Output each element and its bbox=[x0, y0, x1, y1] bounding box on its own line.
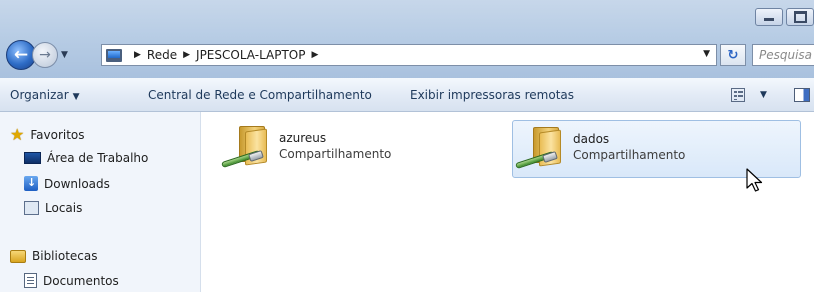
share-name: azureus bbox=[279, 131, 327, 145]
file-list: azureus Compartilhamento dados Compartil… bbox=[201, 112, 814, 292]
sidebar-item-label: Área de Trabalho bbox=[47, 151, 149, 165]
chevron-right-icon[interactable]: ▶ bbox=[134, 50, 141, 60]
command-bar: Organizar ▼ Central de Rede e Compartilha… bbox=[0, 78, 814, 112]
organize-label: Organizar bbox=[10, 88, 69, 102]
chevron-down-icon[interactable]: ▼ bbox=[760, 90, 767, 100]
recent-pages-dropdown-icon[interactable]: ▼ bbox=[61, 50, 68, 60]
sidebar-item-downloads[interactable]: Downloads bbox=[24, 176, 110, 191]
sidebar-item-recent-places[interactable]: Locais bbox=[24, 201, 82, 215]
forward-arrow-icon[interactable]: → bbox=[32, 42, 58, 68]
chevron-right-icon[interactable]: ▶ bbox=[311, 50, 318, 60]
downloads-icon bbox=[24, 176, 38, 191]
sidebar-item-documents[interactable]: Documentos bbox=[24, 273, 119, 288]
desktop-icon bbox=[24, 152, 41, 164]
address-bar[interactable]: ▶ Rede ▶ JPESCOLA-LAPTOP ▶ ▼ bbox=[101, 44, 717, 66]
breadcrumb-computer[interactable]: JPESCOLA-LAPTOP bbox=[196, 48, 305, 62]
refresh-icon[interactable]: ↻ bbox=[720, 44, 746, 66]
shared-folder-icon bbox=[219, 120, 275, 176]
share-item-azureus[interactable]: azureus Compartilhamento bbox=[219, 120, 479, 178]
navigation-buttons: ← → ▼ bbox=[6, 40, 68, 70]
search-input[interactable]: Pesquisa bbox=[752, 44, 814, 66]
star-icon: ★ bbox=[10, 125, 25, 144]
sidebar-item-libraries[interactable]: Bibliotecas bbox=[10, 249, 97, 263]
network-center-button[interactable]: Central de Rede e Compartilhamento bbox=[148, 88, 372, 102]
computer-icon bbox=[106, 48, 122, 62]
window-controls bbox=[755, 8, 814, 26]
address-dropdown-icon[interactable]: ▼ bbox=[703, 49, 710, 59]
maximize-button[interactable] bbox=[786, 8, 814, 26]
minimize-button[interactable] bbox=[755, 8, 783, 26]
chevron-right-icon[interactable]: ▶ bbox=[183, 50, 190, 60]
sidebar-item-desktop[interactable]: Área de Trabalho bbox=[24, 151, 148, 165]
sidebar-item-label: Favoritos bbox=[30, 128, 85, 142]
mouse-cursor-icon bbox=[746, 168, 763, 192]
views-icon[interactable] bbox=[731, 88, 745, 102]
breadcrumb-rede[interactable]: Rede bbox=[147, 48, 177, 62]
window-chrome: ← → ▼ ▶ Rede ▶ JPESCOLA-LAPTOP ▶ ▼ ↻ Pes… bbox=[0, 0, 814, 78]
share-type: Compartilhamento bbox=[279, 147, 392, 161]
navigation-pane: ★ Favoritos Área de Trabalho Downloads L… bbox=[0, 112, 201, 292]
sidebar-item-label: Downloads bbox=[44, 176, 110, 191]
libraries-icon bbox=[10, 249, 26, 263]
recent-places-icon bbox=[24, 201, 39, 215]
preview-pane-icon[interactable] bbox=[794, 88, 810, 102]
organize-menu[interactable]: Organizar ▼ bbox=[10, 88, 80, 102]
sidebar-item-favorites[interactable]: ★ Favoritos bbox=[10, 127, 85, 143]
sidebar-item-label: Documentos bbox=[43, 273, 119, 288]
chevron-down-icon: ▼ bbox=[72, 92, 80, 102]
shared-folder-icon bbox=[513, 121, 569, 177]
document-icon bbox=[24, 273, 37, 288]
share-name: dados bbox=[573, 132, 610, 146]
remote-printers-button[interactable]: Exibir impressoras remotas bbox=[410, 88, 574, 102]
share-type: Compartilhamento bbox=[573, 148, 686, 162]
sidebar-item-label: Locais bbox=[45, 201, 83, 215]
sidebar-item-label: Bibliotecas bbox=[32, 249, 98, 263]
